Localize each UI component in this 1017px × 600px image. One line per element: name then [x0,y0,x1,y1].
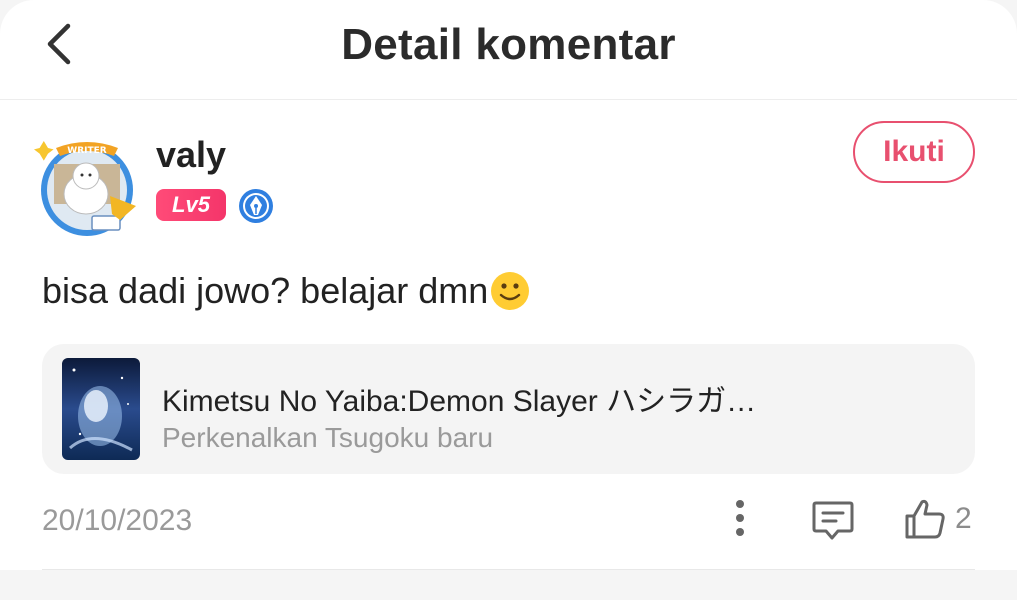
comment-detail-card: Detail komentar WRITER valy Lv5 Ikuti bi… [0,0,1017,570]
header-bar: Detail komentar [0,0,1017,100]
follow-button[interactable]: Ikuti [853,121,975,183]
avatar-writer-label: WRITER [67,146,106,156]
comment-icon [812,501,854,540]
page-background: Detail komentar WRITER valy Lv5 Ikuti bi… [0,0,1017,600]
slightly-smiling-face-icon [490,271,530,311]
book-title: Kimetsu No Yaiba:Demon Slayer ハシラガ… [162,385,757,418]
avatar[interactable]: WRITER [32,134,142,240]
more-options-button[interactable] [720,496,760,540]
book-subtitle: Perkenalkan Tsugoku baru [162,422,494,453]
book-card[interactable]: Kimetsu No Yaiba:Demon Slayer ハシラガ… Perk… [42,344,975,474]
comment-date: 20/10/2023 [42,504,193,537]
writer-pen-badge-icon [238,188,274,224]
like-button[interactable]: 2 [903,496,983,542]
book-cover [62,358,140,460]
page-title: Detail komentar [341,20,676,69]
like-count: 2 [955,502,972,535]
more-vertical-icon [736,500,744,536]
username[interactable]: valy [156,134,226,176]
divider [42,569,975,570]
comment-body: bisa dadi jowo? belajar dmn [42,270,489,311]
thumbs-up-icon [905,499,945,539]
reply-button[interactable] [810,498,856,542]
level-badge: Lv5 [156,189,226,221]
comment-text: bisa dadi jowo? belajar dmn [42,270,530,312]
